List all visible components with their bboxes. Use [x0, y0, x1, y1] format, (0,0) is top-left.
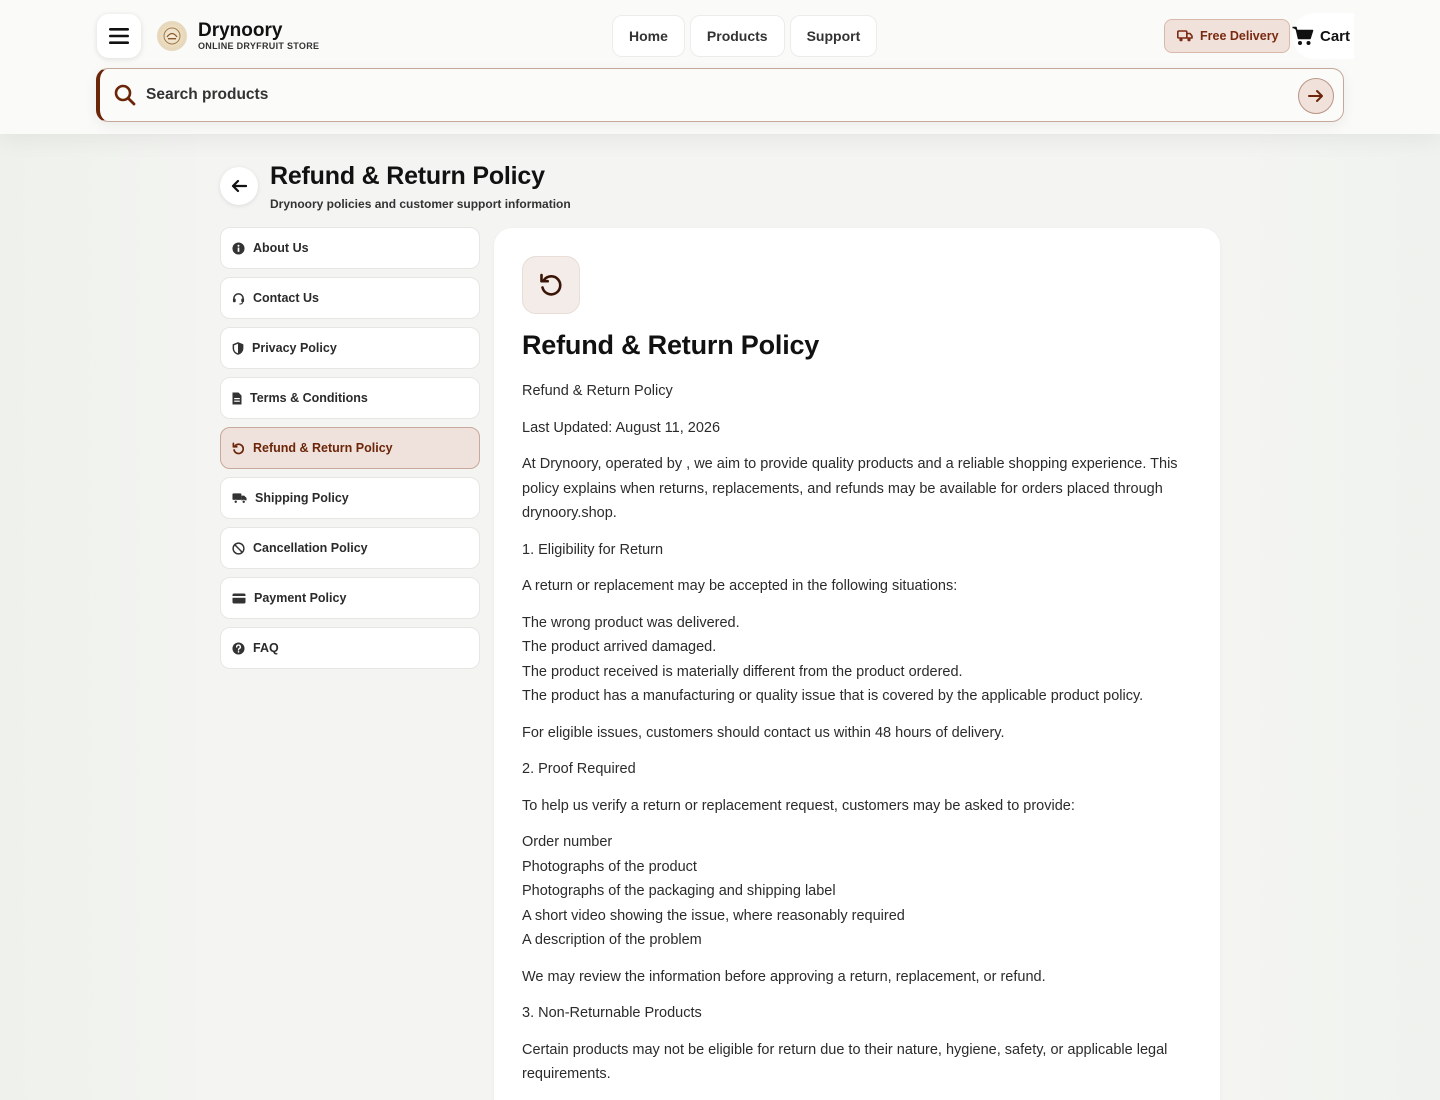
policy-paragraph: A return or replacement may be accepted … — [522, 578, 958, 594]
sidebar-item-label: Payment Policy — [254, 591, 347, 605]
last-updated: Last Updated: August 11, 2026 — [522, 419, 721, 436]
document-icon — [232, 392, 242, 404]
list-item: The wrong product was delivered. — [522, 614, 740, 631]
section-heading: 3. Non-Returnable Products — [522, 1005, 702, 1021]
list-item: Order number — [522, 834, 613, 850]
policy-icon-tile — [522, 256, 580, 314]
list-item: The product arrived damaged. — [522, 639, 717, 655]
search-submit-button[interactable] — [1298, 78, 1334, 114]
sidebar-item-cancellation-policy[interactable]: Cancellation Policy — [220, 527, 480, 569]
sidebar-item-label: About Us — [253, 241, 309, 255]
arrow-left-icon — [231, 179, 247, 193]
policy-list: Order number Photographs of the product … — [522, 830, 1192, 953]
policy-paragraph: To help us verify a return or replacemen… — [522, 797, 1075, 814]
sidebar-item-payment-policy[interactable]: Payment Policy — [220, 577, 480, 619]
headset-icon — [232, 292, 245, 305]
policy-content-card: Refund & Return Policy Refund & Return P… — [494, 228, 1220, 1100]
search-icon — [114, 84, 136, 106]
back-button[interactable] — [220, 167, 258, 205]
free-delivery-badge[interactable]: Free Delivery — [1164, 19, 1290, 53]
truck-icon — [1177, 30, 1193, 42]
section-heading: 2. Proof Required — [522, 761, 636, 777]
nav-products[interactable]: Products — [689, 15, 785, 57]
policy-body: Refund & Return Policy Last Updated: Aug… — [522, 379, 1192, 1099]
hamburger-icon — [109, 28, 129, 44]
sidebar-item-label: Refund & Return Policy — [253, 441, 393, 455]
sidebar-item-label: Shipping Policy — [255, 491, 349, 505]
cart-label: Cart — [1320, 27, 1351, 45]
nav-home[interactable]: Home — [612, 15, 685, 57]
truck-icon — [232, 493, 247, 504]
policy-list: The wrong product was delivered. The pro… — [522, 611, 1192, 709]
list-item: The product received is materially diffe… — [522, 663, 963, 680]
sidebar-item-label: FAQ — [253, 641, 279, 655]
free-delivery-label: Free Delivery — [1200, 29, 1279, 43]
policy-paragraph: We may review the information before app… — [522, 968, 1046, 985]
policy-paragraph: At Drynoory, operated by , we aim to pro… — [522, 456, 1178, 521]
page-subtitle: Drynoory policies and customer support i… — [270, 197, 571, 211]
sidebar-item-label: Terms & Conditions — [250, 391, 368, 405]
policy-sidebar: About Us Contact Us Privacy Policy Terms… — [220, 227, 480, 677]
arrow-right-icon — [1308, 90, 1323, 102]
policy-paragraph: Refund & Return Policy — [522, 383, 673, 399]
list-item: A description of the problem — [522, 932, 702, 948]
policy-heading: Refund & Return Policy — [522, 330, 820, 360]
menu-button[interactable] — [97, 14, 141, 58]
cart-button[interactable]: Cart — [1292, 13, 1354, 59]
list-item: The product has a manufacturing or quali… — [522, 688, 1144, 704]
sidebar-item-faq[interactable]: FAQ — [220, 627, 480, 669]
sidebar-item-label: Cancellation Policy — [253, 541, 368, 555]
list-item: Photographs of the packaging and shippin… — [522, 883, 836, 899]
logo-emblem-icon — [163, 27, 181, 45]
sidebar-item-label: Privacy Policy — [252, 341, 337, 355]
credit-card-icon — [232, 593, 246, 603]
brand-logo[interactable] — [157, 21, 187, 51]
sidebar-item-shipping-policy[interactable]: Shipping Policy — [220, 477, 480, 519]
page-title: Refund & Return Policy — [270, 162, 545, 190]
brand-tagline: ONLINE DRYFRUIT STORE — [198, 41, 320, 51]
info-icon — [232, 241, 245, 255]
brand-name[interactable]: Drynoory — [198, 20, 282, 42]
search-bar — [96, 68, 1344, 122]
list-item: Photographs of the product — [522, 858, 697, 875]
policy-paragraph: For eligible issues, customers should co… — [522, 724, 1005, 741]
sidebar-item-privacy-policy[interactable]: Privacy Policy — [220, 327, 480, 369]
list-item: A short video showing the issue, where r… — [522, 907, 905, 924]
section-heading: 1. Eligibility for Return — [522, 541, 664, 558]
site-header: Drynoory ONLINE DRYFRUIT STORE Home Prod… — [0, 0, 1440, 134]
undo-icon — [540, 273, 562, 296]
shield-icon — [232, 341, 244, 355]
sidebar-item-contact-us[interactable]: Contact Us — [220, 277, 480, 319]
top-nav: Home Products Support — [612, 15, 878, 57]
undo-icon — [232, 442, 245, 454]
sidebar-item-about-us[interactable]: About Us — [220, 227, 480, 269]
search-input[interactable] — [146, 81, 1266, 109]
sidebar-item-label: Contact Us — [253, 291, 319, 305]
sidebar-item-refund-return-policy[interactable]: Refund & Return Policy — [220, 427, 480, 469]
cart-icon — [1292, 26, 1314, 45]
nav-support[interactable]: Support — [789, 15, 878, 57]
question-icon — [232, 641, 245, 655]
policy-paragraph: Certain products may not be eligible for… — [522, 1041, 1168, 1083]
sidebar-item-terms-conditions[interactable]: Terms & Conditions — [220, 377, 480, 419]
ban-icon — [232, 541, 245, 555]
